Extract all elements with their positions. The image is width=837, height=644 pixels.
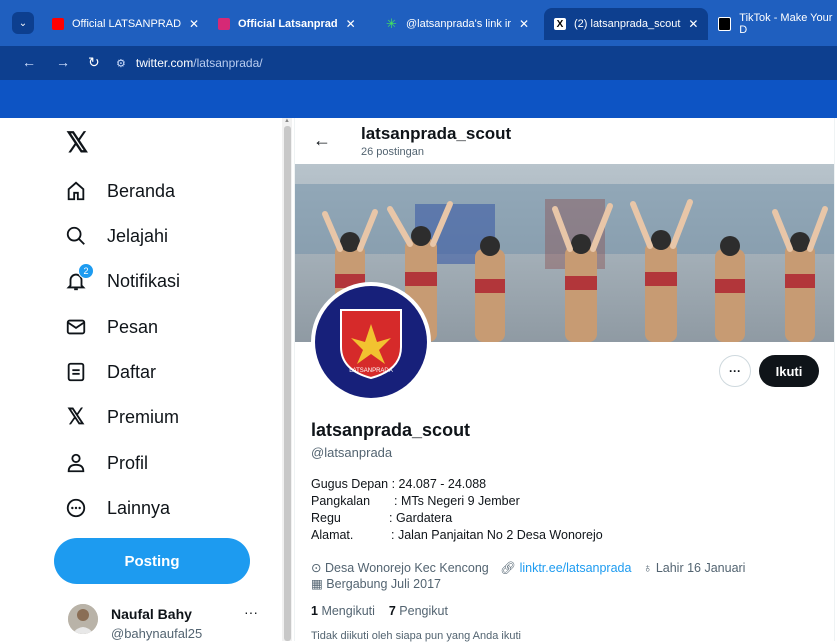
sidebar-item-label: Lainnya: [107, 497, 171, 518]
bio-line: Gugus Depan : 24.087 - 24.088: [311, 477, 487, 491]
sidebar-item-daftar[interactable]: Daftar: [64, 357, 156, 387]
bio-value: : Jalan Panjaitan No 2 Desa Wonorejo: [391, 528, 603, 542]
close-icon[interactable]: ✕: [346, 17, 356, 31]
person-icon: [64, 451, 88, 475]
close-icon[interactable]: ✕: [189, 17, 199, 31]
location-icon: ⊙: [311, 561, 322, 575]
sidebar-item-profil[interactable]: Profil: [64, 448, 148, 478]
browser-toolbar: ← → ↻ ⚙ twitter.com/latsanprada/: [0, 46, 837, 80]
sidebar-item-notifikasi[interactable]: 2 Notifikasi: [64, 263, 181, 296]
x-icon: X: [554, 18, 566, 30]
forward-arrow-icon[interactable]: →: [56, 54, 70, 70]
sidebar-item-label: Premium: [107, 406, 180, 427]
twitter-page: 𝕏 Beranda Jelajahi 2 Notifikasi Pesan Da…: [0, 118, 837, 642]
reload-icon[interactable]: ↻: [88, 54, 100, 71]
linktree-icon: ✳: [386, 16, 397, 31]
sidebar-item-label: Daftar: [107, 361, 157, 382]
bio-label: Alamat.: [311, 528, 354, 542]
address-bar[interactable]: ⚙ twitter.com/latsanprada/: [116, 52, 263, 74]
scroll-up-arrow-icon[interactable]: ▲: [284, 118, 290, 124]
tab-title: TikTok - Make Your D: [739, 12, 833, 36]
bio-value: : MTs Negeri 9 Jember: [394, 494, 520, 508]
followers-link[interactable]: 7 Pengikut: [389, 604, 448, 618]
profile-column: ← latsanprada_scout 26 postingan LATSANP…: [294, 118, 835, 642]
bio-label: Pangkalan: [311, 494, 371, 508]
followed-by-text: Tidak diikuti oleh siapa pun yang Anda i…: [311, 630, 521, 642]
browser-tab[interactable]: Official Latsanprad ✕: [218, 8, 356, 40]
bio-label: Regu: [311, 511, 341, 525]
account-more-button[interactable]: ···: [244, 604, 258, 620]
more-circle-icon: [64, 496, 88, 520]
url-domain: twitter.com: [135, 56, 194, 70]
follow-button[interactable]: Ikuti: [759, 355, 819, 387]
account-switcher[interactable]: Naufal Bahy @bahynaufal25 ···: [68, 604, 268, 644]
bell-icon: 2: [64, 263, 94, 293]
profile-link[interactable]: linktr.ee/latsanprada: [520, 561, 632, 575]
search-icon: [64, 224, 88, 248]
avatar: [68, 604, 98, 634]
link-icon: 🔗︎: [500, 561, 517, 575]
close-icon[interactable]: ✕: [688, 17, 698, 31]
browser-tab-active[interactable]: X (2) latsanprada_scout ✕: [544, 8, 709, 40]
bio-value: : Gardatera: [389, 511, 453, 525]
home-icon: [64, 179, 88, 203]
tab-title: @latsanprada's link ir: [406, 18, 511, 30]
tab-title: Official Latsanprad: [238, 18, 338, 30]
avatar: LATSANPRADA: [315, 286, 427, 398]
post-button[interactable]: Posting: [54, 538, 250, 584]
back-arrow-icon[interactable]: ←: [313, 130, 331, 151]
sidebar-item-label: Pesan: [107, 316, 159, 337]
profile-handle: @latsanprada: [311, 445, 393, 460]
profile-birthday: Lahir 16 Januari: [655, 561, 746, 575]
tab-title: Official LATSANPRAD: [72, 18, 182, 30]
site-info-icon[interactable]: ⚙: [116, 57, 126, 70]
instagram-icon: [218, 18, 230, 30]
list-icon: [64, 360, 88, 384]
mail-icon: [64, 315, 88, 339]
back-arrow-icon[interactable]: ←: [22, 54, 36, 70]
profile-joined: Bergabung Juli 2017: [326, 577, 441, 591]
notification-badge: 2: [78, 263, 94, 279]
sidebar-item-label: Notifikasi: [107, 270, 181, 291]
tab-search-button[interactable]: ⌄: [12, 12, 34, 34]
sidebar-item-label: Profil: [107, 452, 149, 473]
sidebar-item-premium[interactable]: 𝕏 Premium: [64, 402, 179, 432]
browser-tab[interactable]: ✳ @latsanprada's link ir ✕: [386, 8, 529, 40]
sidebar-item-jelajahi[interactable]: Jelajahi: [64, 221, 168, 251]
profile-name: latsanprada_scout: [311, 420, 471, 440]
header-title: latsanprada_scout: [361, 124, 512, 143]
tiktok-icon: [718, 17, 732, 31]
url-path: /latsanprada/: [193, 56, 263, 70]
x-logo-icon: 𝕏: [67, 404, 85, 429]
profile-logo-text: LATSANPRADA: [349, 368, 393, 374]
calendar-icon: ▦: [311, 577, 323, 591]
account-name: Naufal Bahy: [111, 606, 192, 622]
scrollbar-thumb[interactable]: [284, 126, 291, 641]
following-link[interactable]: 1 Mengikuti: [311, 604, 375, 618]
follow-counts: 1 Mengikuti 7 Pengikut: [311, 604, 448, 618]
browser-tab-bar: ⌄ Official LATSANPRAD ✕ Official Latsanp…: [0, 0, 837, 46]
close-icon[interactable]: ✕: [519, 17, 529, 31]
x-logo-icon[interactable]: 𝕏: [66, 126, 89, 159]
profile-location: Desa Wonorejo Kec Kencong: [324, 561, 489, 575]
sidebar-item-label: Beranda: [107, 180, 176, 201]
profile-meta: ⊙ Desa Wonorejo Kec Kencong 🔗︎ linktr.ee…: [311, 560, 831, 592]
browser-tab[interactable]: TikTok - Make Your D: [718, 8, 837, 40]
tab-title: (2) latsanprada_scout: [574, 18, 681, 30]
sidebar-item-beranda[interactable]: Beranda: [64, 176, 175, 206]
sidebar-item-label: Jelajahi: [107, 225, 169, 246]
youtube-icon: [52, 18, 64, 30]
more-options-button[interactable]: ···: [719, 355, 751, 387]
sidebar: 𝕏 Beranda Jelajahi 2 Notifikasi Pesan Da…: [50, 118, 280, 641]
profile-avatar[interactable]: LATSANPRADA: [311, 282, 431, 402]
account-handle: @bahynaufal25: [111, 626, 203, 641]
sidebar-item-lainnya[interactable]: Lainnya: [64, 493, 170, 523]
header-post-count: 26 postingan: [361, 146, 424, 158]
sidebar-item-pesan[interactable]: Pesan: [64, 312, 158, 342]
browser-tab[interactable]: Official LATSANPRAD ✕: [52, 8, 199, 40]
page-top-banner: [0, 80, 837, 118]
balloon-icon: ♁: [642, 561, 653, 575]
